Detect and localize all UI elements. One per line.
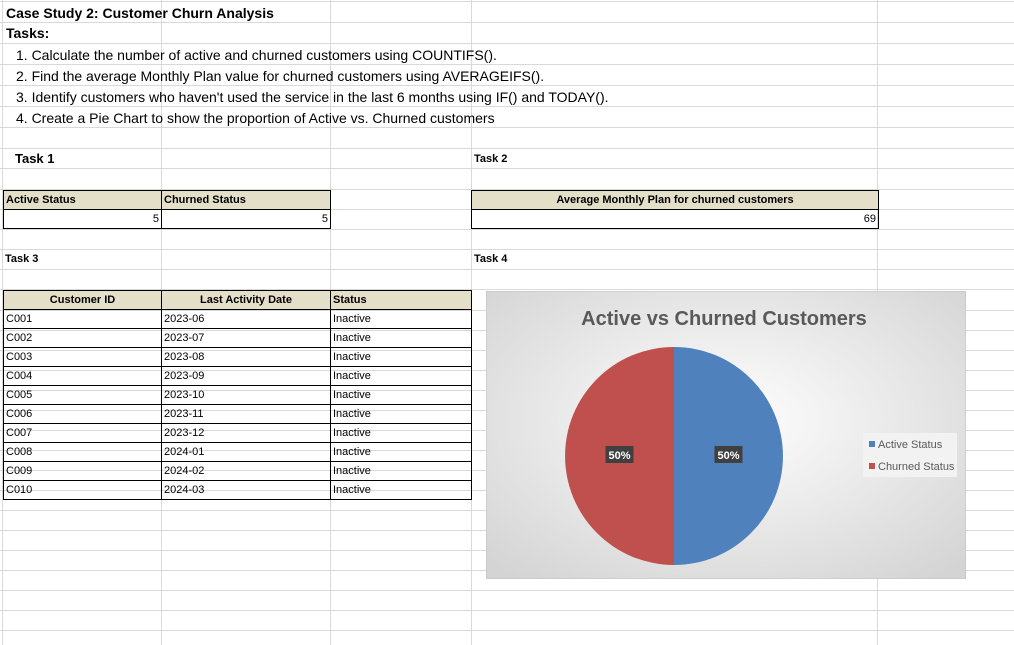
tasks-label: Tasks: (6, 25, 50, 41)
customer-id-cell[interactable]: C005 (3, 385, 162, 405)
customer-id-cell[interactable]: C004 (3, 366, 162, 386)
last-activity-cell[interactable]: 2023-09 (161, 366, 331, 386)
last-activity-cell[interactable]: 2024-03 (161, 480, 331, 500)
task-instruction: 1. Calculate the number of active and ch… (16, 47, 497, 63)
table-row: C003 2023-08 Inactive (3, 347, 472, 367)
status-cell[interactable]: Inactive (330, 423, 472, 443)
customer-id-cell[interactable]: C001 (3, 309, 162, 329)
status-cell[interactable]: Inactive (330, 404, 472, 424)
chart-title: Active vs Churned Customers (581, 308, 867, 330)
customer-id-cell[interactable]: C006 (3, 404, 162, 424)
gridline (0, 148, 1014, 149)
gridline (0, 1, 1014, 2)
task2-heading: Task 2 (474, 153, 508, 165)
status-header[interactable]: Status (330, 290, 472, 310)
status-cell[interactable]: Inactive (330, 442, 472, 462)
status-cell[interactable]: Inactive (330, 480, 472, 500)
status-cell[interactable]: Inactive (330, 328, 472, 348)
table-row: C008 2024-01 Inactive (3, 442, 472, 462)
customer-id-cell[interactable]: C009 (3, 461, 162, 481)
last-activity-cell[interactable]: 2023-07 (161, 328, 331, 348)
legend-label: Churned Status (878, 461, 955, 473)
task-instruction: 3. Identify customers who haven't used t… (16, 89, 609, 105)
gridline (0, 127, 1014, 128)
gridline (0, 630, 1014, 631)
task-instruction: 4. Create a Pie Chart to show the propor… (16, 110, 495, 126)
legend-swatch (869, 441, 875, 447)
customer-id-cell[interactable]: C003 (3, 347, 162, 367)
sheet-title: Case Study 2: Customer Churn Analysis (6, 5, 274, 21)
task1-table: Active Status Churned Status 5 5 (3, 190, 331, 229)
customer-id-cell[interactable]: C008 (3, 442, 162, 462)
last-activity-cell[interactable]: 2024-01 (161, 442, 331, 462)
last-activity-header[interactable]: Last Activity Date (161, 290, 331, 310)
table-row: C004 2023-09 Inactive (3, 366, 472, 386)
pie-chart[interactable]: Active vs Churned Customers 50% 50% Activ… (486, 291, 966, 579)
table-row: C007 2023-12 Inactive (3, 423, 472, 443)
legend-label: Active Status (878, 439, 943, 451)
last-activity-cell[interactable]: 2023-11 (161, 404, 331, 424)
status-cell[interactable]: Inactive (330, 366, 472, 386)
customer-id-cell[interactable]: C010 (3, 480, 162, 500)
gridline (0, 64, 1014, 65)
task4-heading: Task 4 (474, 253, 508, 265)
status-cell[interactable]: Inactive (330, 347, 472, 367)
table-row: C005 2023-10 Inactive (3, 385, 472, 405)
table-row: C010 2024-03 Inactive (3, 480, 472, 500)
last-activity-cell[interactable]: 2024-02 (161, 461, 331, 481)
table-row: C009 2024-02 Inactive (3, 461, 472, 481)
last-activity-cell[interactable]: 2023-06 (161, 309, 331, 329)
data-label: 50% (608, 450, 630, 462)
last-activity-cell[interactable]: 2023-12 (161, 423, 331, 443)
status-cell[interactable]: Inactive (330, 385, 472, 405)
gridline (0, 43, 1014, 44)
last-activity-cell[interactable]: 2023-08 (161, 347, 331, 367)
gridline (0, 269, 1014, 270)
churned-count-cell[interactable]: 5 (161, 209, 331, 229)
customer-id-cell[interactable]: C007 (3, 423, 162, 443)
task2-table: Average Monthly Plan for churned custome… (471, 190, 879, 229)
last-activity-cell[interactable]: 2023-10 (161, 385, 331, 405)
avg-plan-header[interactable]: Average Monthly Plan for churned custome… (471, 190, 879, 210)
status-cell[interactable]: Inactive (330, 309, 472, 329)
churned-status-header[interactable]: Churned Status (161, 190, 331, 210)
gridline (0, 85, 1014, 86)
gridline (0, 590, 1014, 591)
table-row: C006 2023-11 Inactive (3, 404, 472, 424)
active-count-cell[interactable]: 5 (3, 209, 162, 229)
gridline (0, 249, 1014, 250)
status-cell[interactable]: Inactive (330, 461, 472, 481)
customer-id-cell[interactable]: C002 (3, 328, 162, 348)
gridline (0, 610, 1014, 611)
data-label: 50% (717, 450, 739, 462)
task-instruction: 2. Find the average Monthly Plan value f… (16, 68, 545, 84)
gridline (0, 168, 1014, 169)
task3-heading: Task 3 (5, 253, 39, 265)
active-status-header[interactable]: Active Status (3, 190, 162, 210)
customer-id-header[interactable]: Customer ID (3, 290, 162, 310)
gridline (0, 229, 1014, 230)
gridline (0, 22, 1014, 23)
legend-swatch (869, 463, 875, 469)
task1-heading: Task 1 (15, 151, 55, 166)
gridline (0, 106, 1014, 107)
avg-plan-cell[interactable]: 69 (471, 209, 879, 229)
table-row: C002 2023-07 Inactive (3, 328, 472, 348)
task3-table: Customer ID Last Activity Date Status C0… (3, 290, 472, 500)
table-row: C001 2023-06 Inactive (3, 309, 472, 329)
